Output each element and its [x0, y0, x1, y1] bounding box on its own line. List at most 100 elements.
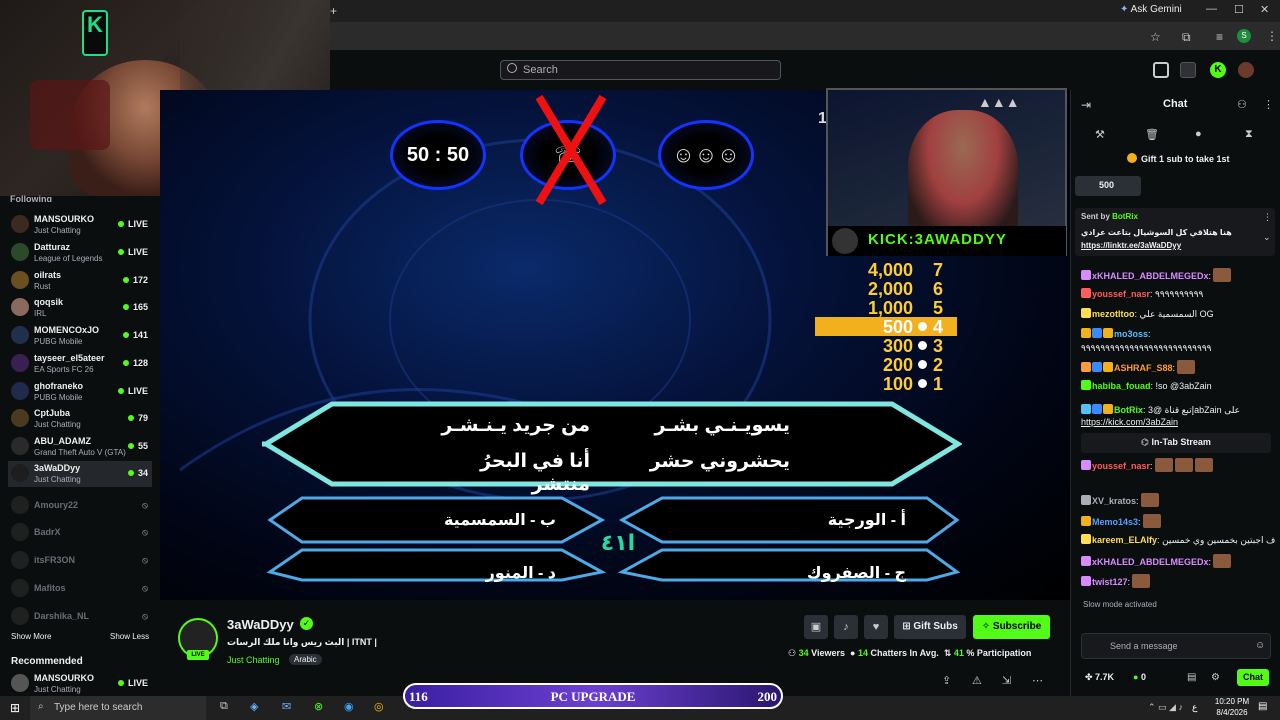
chat-username[interactable]: XV_kratos: [1092, 496, 1136, 506]
channel-category: Just Chatting: [34, 685, 81, 694]
sidebar-item-3awaddyy[interactable]: 3aWaDDyy Just Chatting 34: [8, 461, 152, 487]
sidebar-item-datturaz[interactable]: Datturaz League of Legends LIVE: [8, 240, 152, 266]
profile-avatar[interactable]: S: [1237, 29, 1251, 43]
theater-icon[interactable]: ⇲: [1002, 674, 1011, 687]
leaderboard-chip[interactable]: 500: [1075, 176, 1141, 196]
bookmark-star-icon[interactable]: ☆: [1150, 30, 1161, 44]
copilot-icon[interactable]: ◈: [250, 700, 258, 713]
sidebar-item-recommended[interactable]: MANSOURKO Just Chatting LIVE: [8, 671, 152, 697]
settings-gear-icon[interactable]: ⚙: [1211, 672, 1220, 683]
search-input[interactable]: Search: [500, 60, 781, 80]
emote-icon: [1142, 514, 1161, 528]
subscribe-button[interactable]: ✧ Subscribe: [973, 615, 1050, 639]
clock-time[interactable]: 10:20 PM: [1210, 697, 1254, 706]
emoji-icon[interactable]: ☺: [1255, 640, 1265, 651]
kick-wallet-icon[interactable]: K: [1210, 62, 1226, 78]
in-tab-stream-button[interactable]: ⌬ In-Tab Stream: [1081, 433, 1271, 453]
chrome-icon[interactable]: ◎: [374, 700, 384, 713]
pin-icon[interactable]: ⋮: [1263, 212, 1272, 223]
show-more-link[interactable]: Show More: [11, 632, 51, 641]
clock-date[interactable]: 8/4/2026: [1210, 708, 1254, 717]
sidebar-item-oilrats[interactable]: oilrats Rust 172: [8, 268, 152, 294]
sidebar-item-amoury22[interactable]: Amoury22 ⦸: [8, 493, 152, 519]
minimize-icon[interactable]: —: [1206, 3, 1217, 15]
chat-username[interactable]: xKHALED_ABDELMEGEDx: [1092, 271, 1209, 281]
sidebar-item-itsfr3on[interactable]: itsFR3ON ⦸: [8, 548, 152, 574]
more-icon[interactable]: ⋯: [1032, 674, 1043, 687]
mail-icon[interactable]: ✉: [282, 700, 291, 713]
sidebar-item-cptjuba[interactable]: CptJuba Just Chatting 79: [8, 406, 152, 432]
gift-banner[interactable]: Gift 1 sub to take 1st: [1127, 153, 1230, 164]
extensions-icon[interactable]: ⧉: [1182, 30, 1191, 45]
xbox-icon[interactable]: ⊗: [314, 700, 323, 713]
input-language[interactable]: ع: [1192, 702, 1197, 713]
notification-icon[interactable]: ▤: [1258, 701, 1267, 712]
ladder-row-1: 100 1: [815, 374, 957, 394]
viewer-count: LIVE: [117, 219, 148, 229]
clip-icon[interactable]: ▣: [804, 615, 828, 639]
multistream-icon[interactable]: [1153, 62, 1169, 78]
windows-start-icon[interactable]: ⊞: [10, 701, 20, 715]
maximize-icon[interactable]: ☐: [1234, 3, 1244, 16]
layout-icon[interactable]: [1180, 62, 1196, 78]
message-icon[interactable]: ●: [1195, 128, 1202, 140]
taskbar-search[interactable]: Type here to search: [30, 696, 206, 720]
points-count[interactable]: ● 0: [1133, 672, 1146, 682]
show-less-link[interactable]: Show Less: [110, 632, 149, 641]
share-icon[interactable]: ⇪: [942, 674, 951, 687]
sidebar-item-abu_adamz[interactable]: ABU_ADAMZ Grand Theft Auto V (GTA) 55: [8, 434, 152, 460]
chat-input[interactable]: Send a message: [1081, 633, 1271, 659]
sidebar-item-qoqsik[interactable]: qoqsik IRL 165: [8, 295, 152, 321]
chat-username[interactable]: habiba_fouad: [1092, 381, 1151, 391]
task-view-icon[interactable]: ⧉: [220, 700, 228, 713]
send-chat-button[interactable]: Chat: [1237, 669, 1269, 686]
chevron-down-icon[interactable]: ⌄: [1263, 232, 1271, 243]
lifeline-phone-used: ☏: [520, 94, 616, 206]
sidebar-item-mansourko[interactable]: MANSOURKO Just Chatting LIVE: [8, 212, 152, 238]
sidebar-item-tayseer_el5ateer[interactable]: tayseer_el5ateer EA Sports FC 26 128: [8, 351, 152, 377]
edge-icon[interactable]: ◉: [344, 700, 354, 713]
sidebar-item-badrx[interactable]: BadrX ⦸: [8, 520, 152, 546]
collapse-chat-icon[interactable]: ⇥: [1081, 98, 1091, 112]
kicks-count[interactable]: ✤ 7.7K: [1085, 672, 1114, 683]
channel-name[interactable]: 3aWaDDyy: [227, 617, 294, 632]
pinned-link[interactable]: https://linktr.ee/3aWaDDyy: [1081, 241, 1181, 250]
stream-category[interactable]: Just Chatting: [227, 655, 280, 665]
chat-bubble-icon[interactable]: ▤: [1187, 672, 1196, 683]
chat-message: Memo14s3:: [1081, 514, 1276, 528]
sidebar-item-ghofraneko[interactable]: ghofraneko PUBG Mobile LIVE: [8, 379, 152, 405]
chat-username[interactable]: youssef_nasr: [1092, 289, 1150, 299]
mod-hammer-icon[interactable]: ⚒: [1095, 128, 1105, 141]
chat-username[interactable]: twist127: [1092, 577, 1128, 587]
sidebar-item-momencoxjo[interactable]: MOMENCOxJO PUBG Mobile 141: [8, 323, 152, 349]
media-icon[interactable]: ≡: [1216, 30, 1223, 44]
chat-username[interactable]: youssef_nasr: [1092, 461, 1150, 471]
chat-username[interactable]: ASHRAF_S88: [1114, 363, 1173, 373]
user-avatar[interactable]: [1238, 62, 1254, 78]
users-icon[interactable]: ⚇: [1237, 98, 1247, 111]
chat-username[interactable]: BotRix: [1114, 405, 1143, 415]
timer-icon[interactable]: ⧗: [1245, 128, 1253, 141]
new-tab-icon[interactable]: +: [330, 4, 337, 18]
system-tray-icons[interactable]: ⌃ ▭ ◢ ♪: [1148, 702, 1183, 713]
ask-gemini-button[interactable]: ✦ Ask Gemini: [1120, 4, 1182, 15]
sidebar-item-darshika_nl[interactable]: Darshika_NL ⦸: [8, 604, 152, 630]
trash-icon[interactable]: 🗑: [1145, 128, 1159, 141]
chat-menu-icon[interactable]: ⋮: [1263, 98, 1274, 111]
sidebar-item-mafitos[interactable]: Mafitos ⦸: [8, 576, 152, 602]
menu-icon[interactable]: ⋮: [1266, 29, 1278, 43]
chat-username[interactable]: mezotltoo: [1092, 309, 1135, 319]
gift-subs-button[interactable]: ⊞ Gift Subs: [894, 615, 966, 639]
chat-username[interactable]: Memo14s3: [1092, 517, 1138, 527]
participation-icon: ⇅: [943, 648, 954, 658]
stream-tag[interactable]: Arabic: [289, 654, 322, 665]
botrix-chat-link[interactable]: https://kick.com/3abZain: [1081, 416, 1276, 428]
close-icon[interactable]: ✕: [1260, 3, 1269, 16]
chat-username[interactable]: mo3oss: [1114, 329, 1148, 339]
chat-username[interactable]: kareem_ELAlfy: [1092, 535, 1157, 545]
chat-username[interactable]: xKHALED_ABDELMEGEDx: [1092, 557, 1209, 567]
heart-icon[interactable]: ♥: [864, 615, 888, 639]
channel-name: qoqsik: [34, 297, 64, 307]
report-icon[interactable]: ⚠: [972, 674, 982, 687]
bell-icon[interactable]: ♪: [834, 615, 858, 639]
